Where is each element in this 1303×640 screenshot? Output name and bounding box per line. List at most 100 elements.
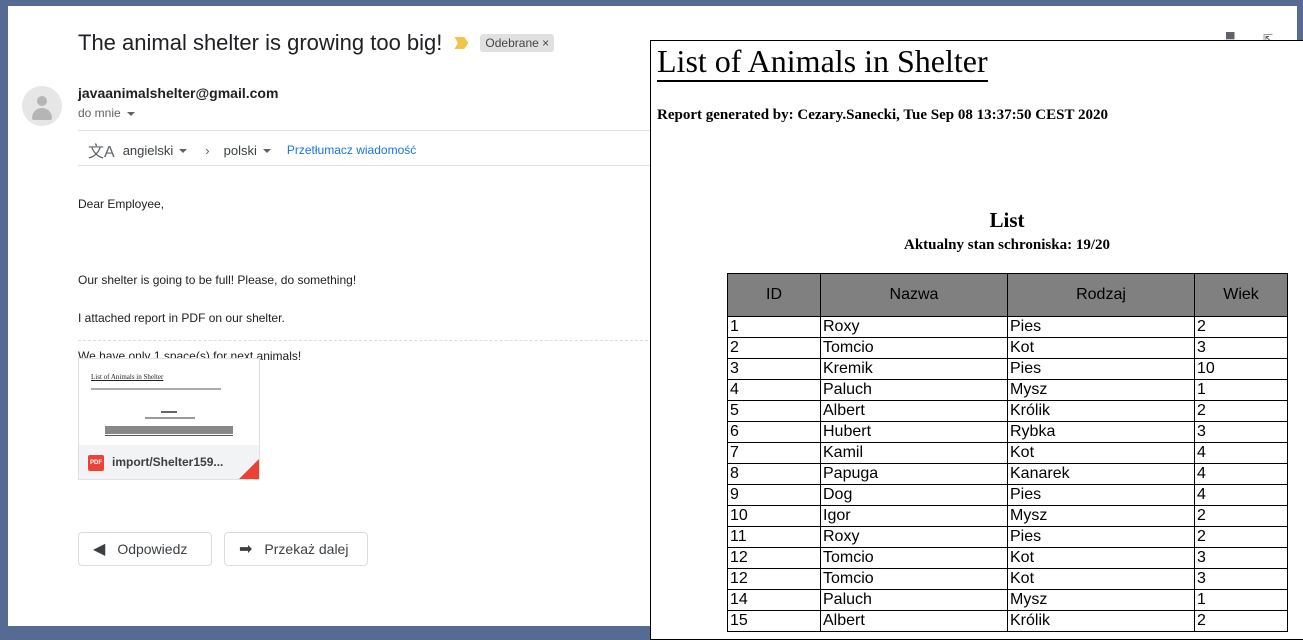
table-header-row: ID Nazwa Rodzaj Wiek [727,273,1288,317]
pdf-corner-icon [239,459,259,479]
column-header-name: Nazwa [820,273,1008,317]
importance-marker-icon[interactable] [454,37,469,49]
column-header-id: ID [727,273,821,317]
forward-label: Przekaż dalej [264,541,349,557]
table-row: 7 Kamil Kot 4 [727,442,1288,464]
table-row: 11 Roxy Pies 2 [727,526,1288,548]
table-cell: Mysz [1007,505,1195,527]
source-language-select[interactable]: angielski [123,143,188,158]
target-language-label: polski [223,142,257,158]
table-cell: 1 [727,316,821,338]
table-cell: Pies [1007,358,1195,380]
table-cell: Mysz [1007,379,1195,401]
reply-button[interactable]: ◀ Odpowiedz [78,532,212,566]
chevron-right-icon: › [205,142,210,158]
recipient-dropdown[interactable]: do mnie [78,106,135,120]
table-row: 12 Tomcio Kot 3 [727,568,1288,590]
table-cell: 2 [1194,526,1288,548]
table-row: 1 Roxy Pies 2 [727,316,1288,338]
table-cell: 12 [727,547,821,569]
table-row: 9 Dog Pies 4 [727,484,1288,506]
attachment-footer: PDF import/Shelter159... [79,445,259,479]
pdf-shelter-status: Aktualny stan schroniska: 19/20 [903,237,1111,253]
translate-message-link[interactable]: Przetłumacz wiadomość [287,143,416,157]
table-row: 5 Albert Królik 2 [727,400,1288,422]
table-cell: Kanarek [1007,463,1195,485]
table-cell: 14 [727,589,821,611]
table-cell: Królik [1007,610,1195,632]
thumbnail-text-line [91,388,221,390]
avatar-body-shape [32,108,52,120]
table-cell: 2 [1194,400,1288,422]
table-cell: 3 [727,358,821,380]
forward-button[interactable]: ➡ Przekaż dalej [224,532,368,566]
table-cell: Kremik [820,358,1008,380]
column-header-type: Rodzaj [1007,273,1195,317]
body-line: I attached report in PDF on our shelter. [78,311,285,325]
inbox-label-chip[interactable]: Odebrane × [480,34,555,52]
table-cell: 2 [727,337,821,359]
table-cell: 2 [1194,316,1288,338]
animals-table: ID Nazwa Rodzaj Wiek 1 Roxy Pies 2 2 Tomcio Ko… [727,273,1288,632]
source-language-label: angielski [122,142,174,158]
divider [78,130,658,131]
table-cell: 3 [1194,547,1288,569]
target-language-select[interactable]: polski [224,143,271,158]
table-cell: 7 [727,442,821,464]
table-row: 14 Paluch Mysz 1 [727,589,1288,611]
thumbnail-text-line [145,417,195,419]
table-cell: Tomcio [820,568,1008,590]
divider [78,165,658,166]
table-cell: 15 [727,610,821,632]
table-row: 6 Hubert Rybka 3 [727,421,1288,443]
table-row: 2 Tomcio Kot 3 [727,337,1288,359]
sender-address: javaanimalshelter@gmail.com [78,85,279,101]
table-cell: 4 [1194,484,1288,506]
column-header-age: Wiek [1194,273,1288,317]
table-cell: Roxy [820,316,1008,338]
table-cell: 10 [727,505,821,527]
pdf-attachment-card[interactable]: List of Animals in Shelter PDF import/Sh… [78,358,260,480]
table-cell: Kamil [820,442,1008,464]
email-subject: The animal shelter is growing too big! [78,30,443,55]
pdf-viewer[interactable]: List of Animals in Shelter Report genera… [650,40,1303,640]
table-row: 4 Paluch Mysz 1 [727,379,1288,401]
table-cell: 1 [1194,589,1288,611]
table-cell: 4 [727,379,821,401]
pdf-title: List of Animals in Shelter [657,43,988,82]
table-cell: Tomcio [820,547,1008,569]
table-cell: 4 [1194,442,1288,464]
table-cell: 11 [727,526,821,548]
table-cell: Hubert [820,421,1008,443]
table-cell: Mysz [1007,589,1195,611]
table-cell: Kot [1007,337,1195,359]
table-cell: 1 [1194,379,1288,401]
table-cell: 2 [1194,505,1288,527]
recipient-label: do mnie [78,106,121,120]
table-cell: 3 [1194,568,1288,590]
table-cell: 5 [727,400,821,422]
thumbnail-table-header [105,426,233,434]
reply-label: Odpowiedz [117,541,188,557]
table-cell: Paluch [820,589,1008,611]
table-cell: Kot [1007,547,1195,569]
table-cell: 9 [727,484,821,506]
translate-icon: 文A [88,144,115,161]
table-cell: Roxy [820,526,1008,548]
table-cell: Kot [1007,442,1195,464]
chevron-down-icon [126,111,135,116]
table-cell: Paluch [820,379,1008,401]
table-cell: Igor [820,505,1008,527]
table-cell: Pies [1007,526,1195,548]
table-cell: Pies [1007,316,1195,338]
table-cell: Papuga [820,463,1008,485]
table-cell: Albert [820,610,1008,632]
reply-arrow-icon: ◀ [93,541,106,558]
pdf-file-icon: PDF [88,455,104,471]
table-cell: Tomcio [820,337,1008,359]
attachment-thumbnail: List of Animals in Shelter [79,359,259,447]
body-line: Our shelter is going to be full! Please,… [78,273,357,287]
table-cell: Kot [1007,568,1195,590]
table-cell: Królik [1007,400,1195,422]
sender-avatar [22,86,62,126]
